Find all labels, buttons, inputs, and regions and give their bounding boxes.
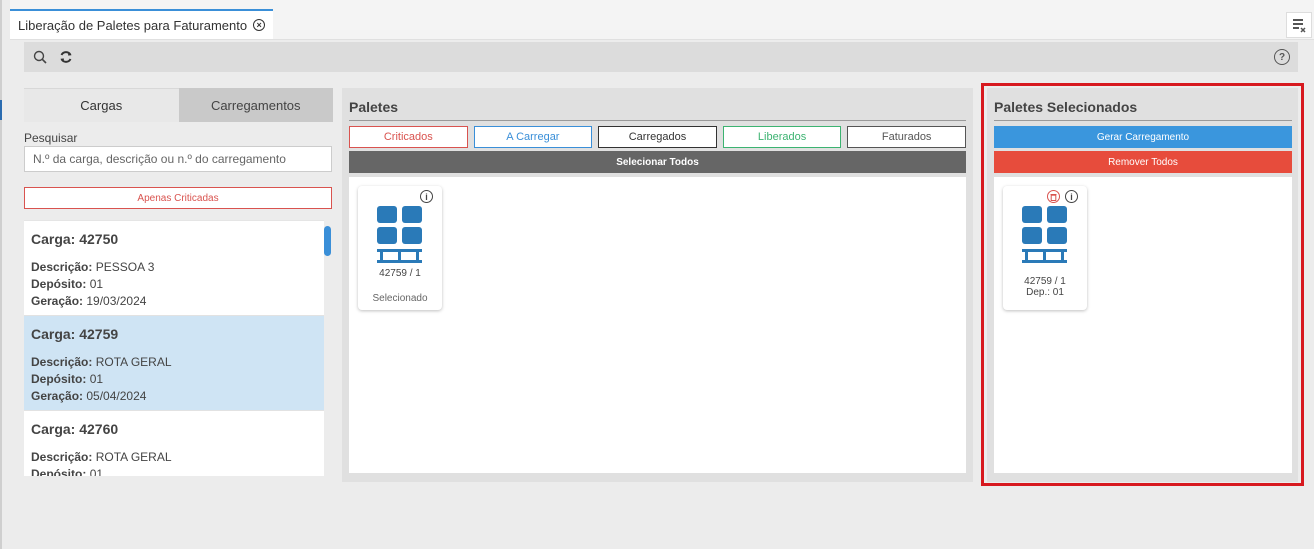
divider xyxy=(349,120,966,121)
tab-carregamentos[interactable]: Carregamentos xyxy=(178,88,333,122)
cargo-title: Carga: 42750 xyxy=(31,231,119,247)
deposito-label: Depósito: xyxy=(31,372,87,386)
pallet-grid: i 42759 / 1 Selecionado xyxy=(349,177,966,473)
deposito-value: 01 xyxy=(89,467,104,476)
filter-faturados[interactable]: Faturados xyxy=(847,126,966,148)
pallet-code: 42759 / 1 xyxy=(379,268,421,279)
geracao-value: 19/03/2024 xyxy=(86,294,147,308)
cargo-title: Carga: 42759 xyxy=(31,326,119,342)
cargo-deposito: Depósito: 01 xyxy=(31,466,317,476)
left-tabs: Cargas Carregamentos xyxy=(24,88,333,122)
geracao-label: Geração: xyxy=(31,389,84,403)
cargo-item-42759[interactable]: Carga: 42759 Descrição: ROTA GERAL Depós… xyxy=(24,316,324,411)
tab-title: Liberação de Paletes para Faturamento xyxy=(18,17,248,33)
scrollbar-thumb[interactable] xyxy=(324,226,331,256)
paletes-title: Paletes xyxy=(349,99,399,115)
cargo-geracao: Geração: 05/04/2024 xyxy=(31,388,317,405)
paletes-panel: Paletes Criticados A Carregar Carregados… xyxy=(342,88,973,482)
geracao-label: Geração: xyxy=(31,294,84,308)
filter-a-carregar[interactable]: A Carregar xyxy=(473,126,593,148)
tab-liberacao-paletes[interactable]: Liberação de Paletes para Faturamento × xyxy=(10,9,274,39)
info-icon[interactable]: i xyxy=(420,190,433,203)
cargo-deposito: Depósito: 01 xyxy=(31,371,317,388)
deposito-label: Depósito: xyxy=(31,277,87,291)
cargo-item-42760[interactable]: Carga: 42760 Descrição: ROTA GERAL Depós… xyxy=(24,411,324,476)
descricao-label: Descrição: xyxy=(31,260,93,274)
toolbar: ? xyxy=(24,42,1298,72)
deposito-value: 01 xyxy=(89,372,104,386)
cargo-descricao: Descrição: ROTA GERAL xyxy=(31,449,317,466)
select-all-button[interactable]: Selecionar Todos xyxy=(349,151,966,173)
cargo-item-42750[interactable]: Carga: 42750 Descrição: PESSOA 3 Depósit… xyxy=(24,221,324,316)
cargo-descricao: Descrição: PESSOA 3 xyxy=(31,259,317,276)
pallet-status: Selecionado xyxy=(372,293,428,304)
descricao-value: ROTA GERAL xyxy=(95,450,172,464)
filter-criticados[interactable]: Criticados xyxy=(349,126,468,148)
descricao-label: Descrição: xyxy=(31,450,93,464)
cargas-panel: Cargas Carregamentos Pesquisar Apenas Cr… xyxy=(24,88,333,478)
tab-bar: Liberação de Paletes para Faturamento × xyxy=(10,0,1314,40)
geracao-value: 05/04/2024 xyxy=(86,389,147,403)
descricao-value: PESSOA 3 xyxy=(95,260,155,274)
cargo-descricao: Descrição: ROTA GERAL xyxy=(31,354,317,371)
close-icon[interactable]: × xyxy=(253,19,266,31)
deposito-label: Depósito: xyxy=(31,467,87,476)
tab-cargas[interactable]: Cargas xyxy=(24,88,179,122)
search-input[interactable] xyxy=(24,146,332,172)
cargo-deposito: Depósito: 01 xyxy=(31,276,317,293)
list-settings-icon xyxy=(1293,19,1306,33)
window-edge xyxy=(0,0,2,549)
highlight-annotation xyxy=(981,83,1304,486)
refresh-icon[interactable] xyxy=(58,49,74,65)
window-edge-accent xyxy=(0,100,2,120)
cargo-title: Carga: 42760 xyxy=(31,421,119,437)
help-icon[interactable]: ? xyxy=(1274,49,1290,65)
filter-carregados[interactable]: Carregados xyxy=(598,126,717,148)
apenas-criticadas-button[interactable]: Apenas Criticadas xyxy=(24,187,332,209)
status-filters: Criticados A Carregar Carregados Liberad… xyxy=(349,126,966,148)
pallet-card[interactable]: i 42759 / 1 Selecionado xyxy=(358,186,442,310)
deposito-value: 01 xyxy=(89,277,104,291)
filter-liberados[interactable]: Liberados xyxy=(722,126,842,148)
descricao-value: ROTA GERAL xyxy=(95,355,172,369)
cargo-geracao: Geração: 19/03/2024 xyxy=(31,293,317,310)
cargo-list: Carga: 42750 Descrição: PESSOA 3 Depósit… xyxy=(24,220,324,476)
pallet-icon xyxy=(377,206,422,263)
descricao-label: Descrição: xyxy=(31,355,93,369)
search-label: Pesquisar xyxy=(24,131,78,145)
list-settings-button[interactable] xyxy=(1286,12,1312,38)
search-icon[interactable] xyxy=(32,49,48,65)
